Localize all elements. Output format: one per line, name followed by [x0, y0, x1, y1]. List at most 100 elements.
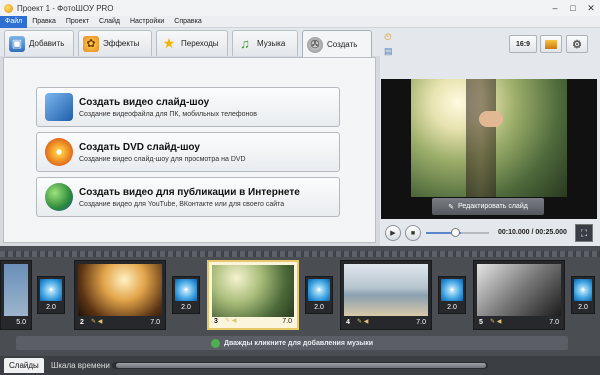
tab-add[interactable]: ▣ Добавить [4, 30, 74, 56]
sidebar-toggle-icon[interactable]: ▤ [384, 46, 394, 56]
tab-label: Создать [327, 40, 358, 49]
slide-tools-icon[interactable]: ✎ ◀ [225, 317, 236, 324]
maximize-icon[interactable]: □ [564, 0, 582, 16]
slide-tools-icon[interactable]: ✎ ◀ [490, 318, 501, 325]
globe-icon [45, 183, 73, 211]
slide-image [4, 264, 28, 316]
menu-project[interactable]: Проект [61, 16, 94, 28]
slide-image [477, 264, 561, 316]
slide-duration: 7.0 [549, 319, 559, 326]
edit-slide-button[interactable]: ✎ Редактировать слайд [432, 198, 544, 215]
slide-thumb[interactable]: 5.0 [0, 260, 32, 330]
menu-edit[interactable]: Правка [27, 16, 61, 28]
tab-label: Музыка [257, 39, 286, 48]
close-icon[interactable]: ✕ [582, 0, 600, 16]
transition-icon: ✦ [308, 279, 330, 301]
fullscreen-button[interactable]: ⛶ [575, 224, 593, 242]
transition-duration: 2.0 [46, 304, 56, 311]
transition-thumb[interactable]: ✦ 2.0 [438, 276, 466, 314]
action-subtitle: Создание видео слайд-шоу для просмотра н… [79, 155, 246, 163]
settings-gear-icon[interactable]: ⚙ [566, 35, 588, 53]
slide-duration: 5.0 [16, 319, 26, 326]
play-icon: ▶ [390, 230, 396, 237]
aspect-ratio-button[interactable]: 16:9 [509, 35, 537, 53]
slide-thumb[interactable]: 4 ✎ ◀ 7.0 [340, 260, 432, 330]
slide-thumb[interactable]: 5 ✎ ◀ 7.0 [473, 260, 565, 330]
slide-image [212, 265, 294, 317]
menu-file[interactable]: Файл [0, 15, 28, 28]
background-button[interactable] [540, 35, 562, 53]
menu-help[interactable]: Справка [169, 16, 206, 28]
slide-thumb[interactable]: 2 ✎ ◀ 7.0 [74, 260, 166, 330]
slide-image [344, 264, 428, 316]
action-title: Создать DVD слайд-шоу [79, 141, 200, 153]
stop-icon: ■ [410, 229, 416, 237]
transition-duration: 2.0 [314, 304, 324, 311]
tab-timeline[interactable]: Шкала времени [46, 358, 115, 373]
action-title: Создать видео для публикации в Интернете [79, 186, 300, 198]
star-icon: ★ [162, 35, 176, 51]
tab-create[interactable]: ✇ Создать [302, 30, 372, 58]
slide-tools-icon[interactable]: ✎ ◀ [357, 318, 368, 325]
stop-button[interactable]: ■ [405, 225, 421, 241]
time-readout: 00:10.000 / 00:25.000 [498, 229, 567, 236]
image-icon [545, 39, 557, 49]
scrollbar-thumb[interactable] [116, 363, 486, 368]
menu-slide[interactable]: Слайд [94, 16, 125, 28]
minimize-icon[interactable]: – [546, 0, 564, 16]
edit-slide-label: Редактировать слайд [458, 203, 528, 210]
clock-icon[interactable]: ⏲ [384, 32, 394, 44]
app-icon [4, 3, 13, 13]
video-file-icon [45, 93, 73, 121]
transition-duration: 2.0 [447, 304, 457, 311]
transition-icon: ✦ [441, 279, 463, 301]
menu-settings[interactable]: Настройки [125, 16, 169, 28]
slide-image [78, 264, 162, 316]
transition-thumb[interactable]: ✦ 2.0 [37, 276, 65, 314]
slide-duration: 7.0 [282, 318, 292, 325]
action-subtitle: Создание видео для YouTube, ВКонтакте ил… [79, 200, 285, 208]
tab-effects[interactable]: ✿ Эффекты [78, 30, 152, 56]
music-track[interactable]: Дважды кликните для добавления музыки [16, 336, 568, 350]
tab-music[interactable]: ♫ Музыка [232, 30, 298, 56]
slide-number: 3 [214, 318, 218, 325]
horizontal-scrollbar[interactable] [112, 362, 488, 369]
slide-number: 2 [80, 319, 84, 326]
pencil-icon: ✎ [448, 203, 455, 211]
slide-tools-icon[interactable]: ✎ ◀ [91, 318, 102, 325]
title-bar: Проект 1 - ФотоШОУ PRO [0, 0, 600, 16]
music-hint: Дважды кликните для добавления музыки [223, 339, 374, 347]
slide-duration: 7.0 [416, 319, 426, 326]
seek-track-rest[interactable] [461, 232, 489, 234]
action-subtitle: Создание видеофайла для ПК, мобильных те… [79, 110, 257, 118]
create-video-button[interactable]: Создать видео слайд-шоу Создание видеофа… [36, 87, 340, 127]
create-web-video-button[interactable]: Создать видео для публикации в Интернете… [36, 177, 340, 217]
seek-knob[interactable] [451, 228, 460, 237]
create-dvd-button[interactable]: Создать DVD слайд-шоу Создание видео сла… [36, 132, 340, 172]
window-title: Проект 1 - ФотоШОУ PRO [17, 3, 114, 13]
player-controls: ▶ ■ 00:10.000 / 00:25.000 ⛶ [381, 222, 597, 244]
preview-hands [479, 111, 503, 127]
tab-label: Эффекты [103, 39, 140, 48]
slide-thumb-selected[interactable]: 3 ✎ ◀ 7.0 [207, 260, 299, 330]
music-note-icon: ♫ [240, 36, 250, 51]
transition-duration: 2.0 [181, 304, 191, 311]
film-reel-icon: ✇ [307, 36, 323, 53]
add-photos-icon: ▣ [9, 35, 25, 52]
palette-icon: ✿ [83, 35, 99, 52]
slide-duration: 7.0 [150, 319, 160, 326]
preview-couple [466, 79, 496, 197]
tab-transitions[interactable]: ★ Переходы [156, 30, 228, 56]
transition-thumb[interactable]: ✦ 2.0 [172, 276, 200, 314]
film-strip-decoration [0, 251, 600, 257]
transition-duration: 2.0 [578, 304, 588, 311]
action-title: Создать видео слайд-шоу [79, 96, 210, 108]
dvd-disc-icon [45, 138, 73, 166]
play-button[interactable]: ▶ [385, 225, 401, 241]
slide-number: 4 [346, 319, 350, 326]
transition-icon: ✦ [175, 279, 197, 301]
transition-icon: ✦ [574, 279, 592, 301]
tab-slides[interactable]: Слайды [4, 358, 44, 373]
transition-thumb[interactable]: ✦ 2.0 [571, 276, 595, 314]
transition-thumb[interactable]: ✦ 2.0 [305, 276, 333, 314]
